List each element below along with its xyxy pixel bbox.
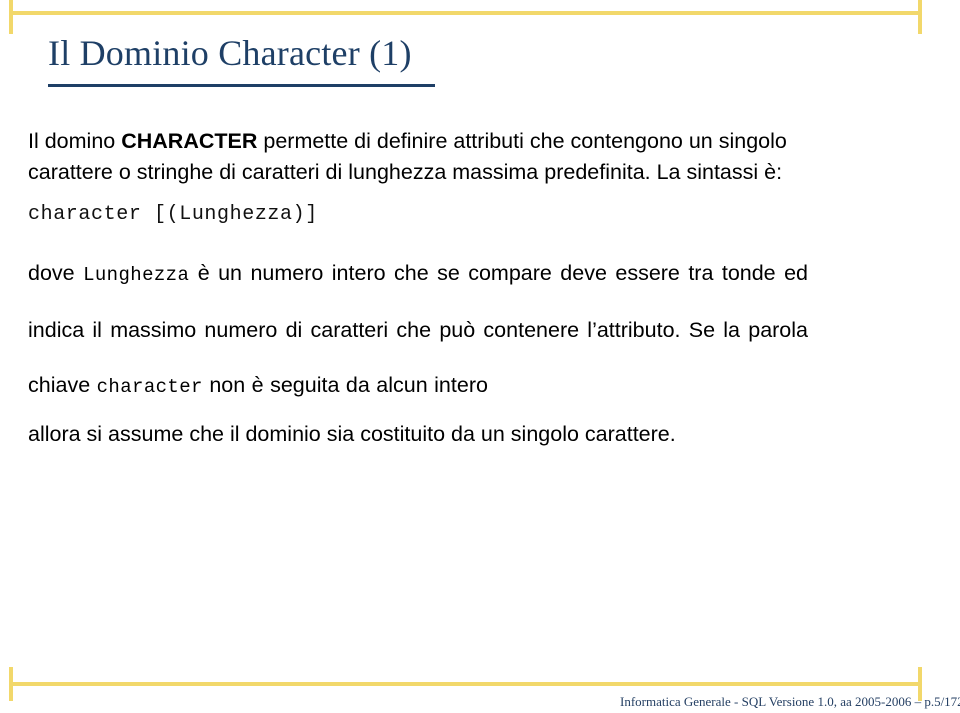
crop-mark-tick-top-right (918, 0, 922, 34)
character-keyword: CHARACTER (121, 129, 258, 153)
intro-text-before-keyword: Il domino (28, 129, 122, 153)
syntax-code-line: character [(Lunghezza)] (28, 203, 318, 226)
definition-text-part3: non è seguita da alcun intero (202, 373, 488, 397)
definition-paragraph: dove Lunghezza è un numero intero che se… (28, 246, 808, 415)
intro-paragraph: Il domino CHARACTER permette di definire… (28, 126, 788, 188)
closing-paragraph: allora si assume che il dominio sia cost… (28, 422, 676, 446)
slide-header: Il Dominio Character (1) (48, 30, 908, 87)
slide-body: Il domino CHARACTER permette di definire… (28, 126, 818, 451)
crop-mark-tick-top-left (9, 0, 13, 34)
character-code-token: character (96, 376, 203, 398)
presentation-slide: Il Dominio Character (1) Il domino CHARA… (0, 0, 960, 713)
lunghezza-code-token: Lunghezza (83, 264, 190, 286)
title-underline-rule (48, 84, 435, 87)
crop-mark-rule-bottom (11, 682, 920, 686)
crop-mark-rule-top (11, 11, 920, 15)
slide-footer: Informatica Generale - SQL Versione 1.0,… (620, 694, 960, 709)
definition-text-part1: dove (28, 261, 84, 285)
page-title: Il Dominio Character (1) (48, 33, 412, 73)
crop-mark-tick-bottom-left (9, 667, 13, 701)
